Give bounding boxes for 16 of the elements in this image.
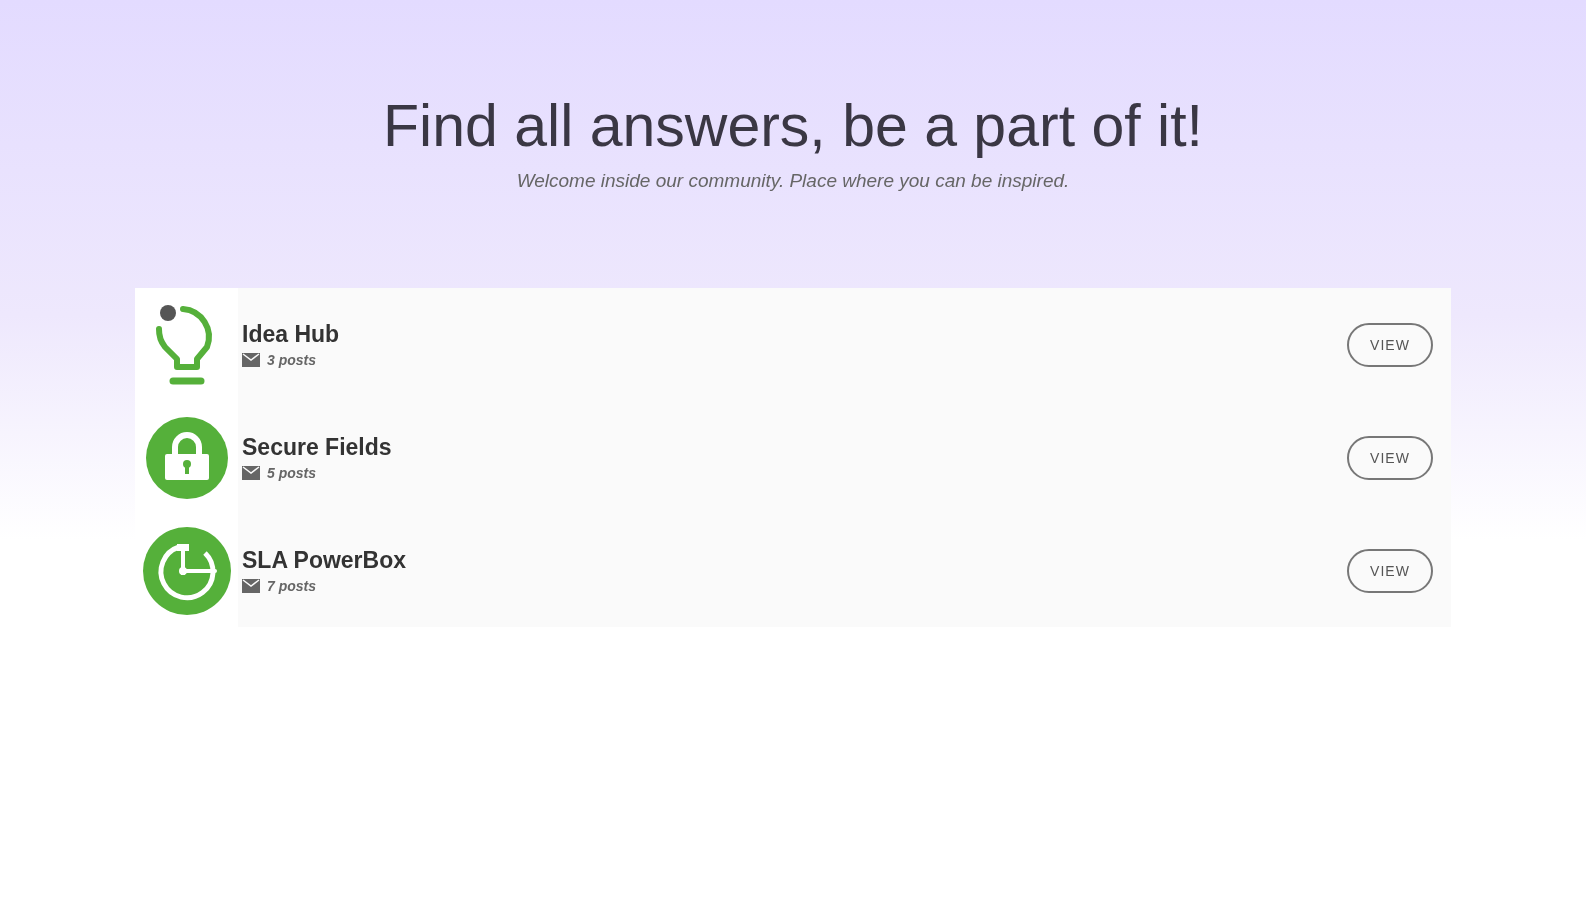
category-title: Idea Hub <box>242 321 341 348</box>
category-title: Secure Fields <box>242 434 393 461</box>
padlock-icon <box>144 415 229 500</box>
category-title: SLA PowerBox <box>242 547 407 574</box>
envelope-icon <box>242 353 260 367</box>
post-count: 3 posts <box>267 352 316 368</box>
page-subtitle: Welcome inside our community. Place where you can be inspired. <box>515 170 1071 192</box>
post-count: 5 posts <box>267 465 316 481</box>
clock-wrench-icon <box>142 526 231 615</box>
envelope-icon <box>242 579 260 593</box>
view-button[interactable]: VIEW <box>1347 322 1433 367</box>
page-title: Find all answers, be a part of it! <box>382 92 1204 161</box>
envelope-icon <box>242 466 260 480</box>
view-button[interactable]: VIEW <box>1347 548 1433 593</box>
post-count: 7 posts <box>267 578 316 594</box>
view-button[interactable]: VIEW <box>1347 435 1433 480</box>
